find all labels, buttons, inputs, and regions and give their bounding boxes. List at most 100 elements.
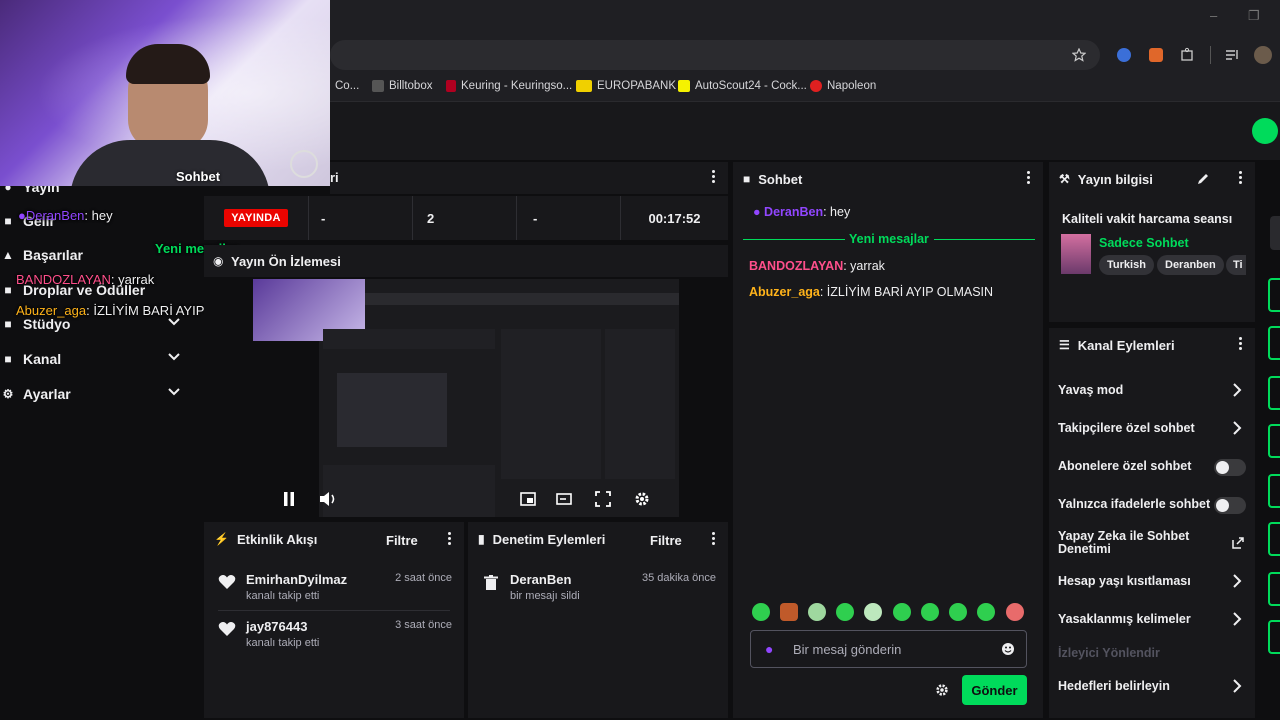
- studio-icon: ■: [4, 317, 12, 331]
- activity-filter-button[interactable]: Filtre: [386, 533, 418, 548]
- url-bar[interactable]: [330, 40, 1100, 70]
- emote-icon[interactable]: [836, 603, 854, 621]
- banned-words-item[interactable]: Yasaklanmış kelimeler: [1058, 612, 1248, 626]
- overlay-chat-line: BANDOZLAYAN: yarrak: [16, 272, 154, 287]
- stats-title: ri: [330, 170, 339, 185]
- tag-pill[interactable]: Turkish: [1099, 255, 1154, 275]
- quick-action-button[interactable]: [1268, 620, 1280, 654]
- quick-action-button[interactable]: [1268, 474, 1280, 508]
- quick-action-button[interactable]: [1268, 326, 1280, 360]
- bookmark-icon: [678, 80, 690, 92]
- media-icon[interactable]: [1225, 48, 1240, 62]
- trophy-icon: ▲: [2, 248, 14, 262]
- action-label: Takipçilere özel sohbet: [1058, 421, 1195, 435]
- quick-action-button[interactable]: [1268, 424, 1280, 458]
- chevron-right-icon[interactable]: [1232, 679, 1242, 693]
- bookmark-item[interactable]: Billtobox: [372, 80, 432, 92]
- rail-scrollbar[interactable]: [1270, 216, 1280, 250]
- tag-pill[interactable]: Ti: [1226, 255, 1246, 275]
- quick-action-button[interactable]: [1268, 278, 1280, 312]
- profile-avatar[interactable]: [1254, 46, 1272, 64]
- pause-icon[interactable]: [282, 491, 296, 507]
- chevron-right-icon[interactable]: [1232, 612, 1242, 626]
- activity-item[interactable]: jay876443 kanalı takip etti 3 saat önce: [204, 619, 464, 665]
- bookmark-item[interactable]: Keuring - Keuringso...: [446, 80, 572, 92]
- ai-moderation-item[interactable]: Yapay Zeka ile Sohbet Denetimi: [1058, 530, 1218, 556]
- moderation-item[interactable]: DeranBen bir mesajı sildi 35 dakika önce: [468, 572, 728, 618]
- emote-icon[interactable]: [949, 603, 967, 621]
- minimize-icon[interactable]: –: [1210, 8, 1217, 23]
- more-icon[interactable]: [712, 532, 716, 548]
- category-thumbnail[interactable]: [1061, 234, 1091, 274]
- preview-icon: ◉: [213, 254, 224, 268]
- quick-action-button[interactable]: [1268, 572, 1280, 606]
- pencil-icon[interactable]: [1197, 172, 1210, 185]
- more-icon[interactable]: [448, 532, 452, 548]
- chevron-right-icon[interactable]: [1232, 574, 1242, 588]
- chevron-right-icon[interactable]: [1232, 383, 1242, 397]
- more-icon[interactable]: [712, 170, 716, 186]
- preview-video[interactable]: [253, 279, 679, 517]
- chat-username[interactable]: DeranBen: [764, 205, 823, 219]
- restore-icon[interactable]: ❐: [1248, 8, 1260, 24]
- set-goals-item[interactable]: Hedefleri belirleyin: [1058, 679, 1248, 693]
- theatre-mode-icon[interactable]: [520, 491, 536, 507]
- emoji-icon[interactable]: [1001, 642, 1015, 656]
- chat-settings-gear-icon[interactable]: [935, 683, 949, 697]
- chat-username[interactable]: Abuzer_aga: [749, 285, 820, 299]
- preview-browser-thumb: [365, 293, 679, 305]
- quick-action-button[interactable]: [1268, 522, 1280, 556]
- activity-item[interactable]: EmirhanDyilmaz kanalı takip etti 2 saat …: [204, 572, 464, 618]
- emote-icon[interactable]: [977, 603, 995, 621]
- pip-icon[interactable]: [556, 491, 572, 507]
- emote-icon[interactable]: [808, 603, 826, 621]
- subscribers-only-toggle[interactable]: [1214, 459, 1246, 476]
- new-messages-line: [743, 239, 845, 240]
- send-button[interactable]: Gönder: [962, 675, 1027, 705]
- emote-only-toggle[interactable]: [1214, 497, 1246, 514]
- gear-icon[interactable]: [634, 491, 650, 507]
- emote-icon[interactable]: [921, 603, 939, 621]
- extension-icon[interactable]: [1117, 48, 1131, 62]
- emote-icon[interactable]: [780, 603, 798, 621]
- more-icon[interactable]: [1027, 171, 1031, 187]
- sidebar-item-ayarlar[interactable]: ⚙ Ayarlar: [0, 379, 195, 409]
- chat-title: Sohbet: [758, 171, 803, 187]
- external-link-icon[interactable]: [1232, 537, 1244, 549]
- chevron-right-icon[interactable]: [1232, 421, 1242, 435]
- quick-action-button[interactable]: [1268, 376, 1280, 410]
- metamask-icon[interactable]: [1149, 48, 1163, 62]
- action-label: Yapay Zeka ile Sohbet Denetimi: [1058, 529, 1190, 556]
- slow-mode-item[interactable]: Yavaş mod: [1058, 383, 1248, 397]
- preview-activity-thumb: [323, 465, 495, 517]
- moderation-filter-button[interactable]: Filtre: [650, 533, 682, 548]
- chat-message[interactable]: Abuzer_aga: İZLİYİM BARİ AYIP OLMASIN: [749, 285, 993, 299]
- sidebar-item-kanal[interactable]: ■ Kanal: [0, 344, 195, 374]
- chat-message[interactable]: BANDOZLAYAN: yarrak: [749, 259, 885, 273]
- chat-message[interactable]: ● DeranBen: hey: [753, 205, 850, 219]
- overlay-text: : yarrak: [110, 272, 155, 287]
- bookmark-label: Co...: [335, 80, 360, 92]
- user-avatar[interactable]: [1252, 118, 1278, 144]
- tag-pill[interactable]: Deranben: [1157, 255, 1224, 275]
- emote-icon[interactable]: [1006, 603, 1024, 621]
- puzzle-icon[interactable]: [1180, 47, 1195, 62]
- chat-username[interactable]: BANDOZLAYAN: [749, 259, 843, 273]
- more-icon[interactable]: [1239, 171, 1243, 187]
- fullscreen-icon[interactable]: [595, 491, 611, 507]
- bookmark-item[interactable]: AutoScout24 - Cock...: [678, 80, 807, 92]
- volume-icon[interactable]: [319, 491, 337, 507]
- more-icon[interactable]: [1239, 337, 1243, 353]
- account-age-item[interactable]: Hesap yaşı kısıtlaması: [1058, 574, 1248, 588]
- followers-only-item[interactable]: Takipçilere özel sohbet: [1058, 421, 1248, 435]
- category-link[interactable]: Sadece Sohbet: [1099, 236, 1189, 250]
- emote-icon[interactable]: [864, 603, 882, 621]
- money-icon: ■: [4, 214, 12, 228]
- star-icon[interactable]: [1072, 48, 1086, 62]
- bookmark-item[interactable]: Napoleon: [810, 80, 876, 92]
- emote-icon[interactable]: [752, 603, 770, 621]
- bookmark-item[interactable]: EUROPABANK: [576, 80, 676, 92]
- chat-input[interactable]: ● Bir mesaj gönderin: [750, 630, 1027, 668]
- emote-icon[interactable]: [893, 603, 911, 621]
- preview-title: Yayın Ön İzlemesi: [231, 254, 341, 269]
